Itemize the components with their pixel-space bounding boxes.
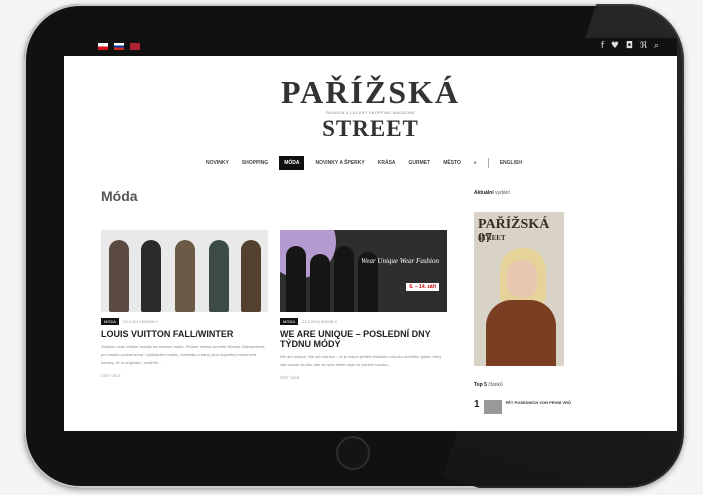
person-image bbox=[286, 246, 306, 312]
main-navigation: NOVINKY SHOPPING MÓDA NOVINKY A ŠPERKY K… bbox=[204, 156, 524, 170]
search-icon[interactable]: ⌕ bbox=[472, 157, 479, 169]
site-tagline: FASHION & LUXURY SHOPPING MAGAZINE bbox=[325, 111, 416, 115]
nav-item-english[interactable]: ENGLISH bbox=[498, 157, 524, 169]
nav-item-mesto[interactable]: MĚSTO bbox=[441, 157, 463, 169]
current-label-bold: Aktuální bbox=[474, 190, 494, 196]
article-card[interactable]: Wear Unique Wear Fashion 6. – 14. září M… bbox=[280, 230, 447, 380]
category-badge[interactable]: MÓDA bbox=[101, 318, 119, 325]
nav-item-novinky-sperky[interactable]: NOVINKY A ŠPERKY bbox=[313, 157, 366, 169]
runway-model-image bbox=[209, 240, 229, 312]
nav-item-shopping[interactable]: SHOPPING bbox=[240, 157, 270, 169]
top5-thumbnail bbox=[483, 400, 502, 414]
runway-model-image bbox=[141, 240, 161, 312]
article-title[interactable]: LOUIS VUITTON FALL/WINTER bbox=[101, 329, 268, 339]
nav-item-novinky[interactable]: NOVINKY bbox=[204, 157, 231, 169]
article-meta: MÓDA 23.3.2014 ADMIN 0 bbox=[101, 318, 268, 325]
magazine-cover-subtitle: STREET bbox=[478, 234, 506, 242]
article-excerpt: We are unique, We are fashion – to je hl… bbox=[280, 354, 442, 367]
flag-cz-icon[interactable] bbox=[98, 43, 108, 50]
top5-heading: Top 5 článků bbox=[474, 382, 503, 388]
article-image[interactable] bbox=[101, 230, 268, 312]
site-logo-title[interactable]: PAŘÍŽSKÁ bbox=[64, 76, 677, 108]
runway-model-image bbox=[241, 240, 261, 312]
read-more-link[interactable]: ČÍST VÍCE bbox=[280, 375, 447, 380]
magazine-cover[interactable]: PAŘÍŽSKÁ 07 STREET bbox=[474, 212, 564, 366]
language-flags bbox=[98, 43, 140, 50]
article-date-author: 23.3.2014 ADMIN 0 bbox=[302, 319, 337, 324]
cover-model-coat bbox=[486, 300, 556, 366]
top5-title[interactable]: PĚT POSEDNÍCH VOR PRVNÍ VRŮ bbox=[506, 400, 571, 414]
article-image[interactable]: Wear Unique Wear Fashion 6. – 14. září bbox=[280, 230, 447, 312]
article-meta: MÓDA 23.3.2014 ADMIN 0 bbox=[280, 318, 447, 325]
top5-list-item[interactable]: 1 PĚT POSEDNÍCH VOR PRVNÍ VRŮ bbox=[474, 400, 574, 414]
article-excerpt: Značka Louis Vuitton vsadila na sezónní … bbox=[101, 344, 265, 365]
page-title: Móda bbox=[101, 188, 138, 204]
person-image bbox=[334, 246, 354, 312]
runway-model-image bbox=[175, 240, 195, 312]
category-badge[interactable]: MÓDA bbox=[280, 318, 298, 325]
tablet-frame: f ♥ ◘ ℜ ⌕ PAŘÍŽSKÁ FASHION & LUXURY SHOP… bbox=[24, 4, 684, 488]
runway-model-image bbox=[109, 240, 129, 312]
read-more-link[interactable]: ČÍST VÍCE bbox=[101, 373, 268, 378]
social-icons[interactable]: f ♥ ◘ ℜ ⌕ bbox=[601, 41, 661, 51]
nav-item-krasa[interactable]: KRÁSA bbox=[376, 157, 398, 169]
nav-item-gurmet[interactable]: GURMET bbox=[407, 157, 433, 169]
article-card[interactable]: MÓDA 23.3.2014 ADMIN 0 LOUIS VUITTON FAL… bbox=[101, 230, 268, 378]
flag-ru-icon[interactable] bbox=[114, 43, 124, 50]
nav-divider bbox=[487, 158, 489, 168]
person-image bbox=[310, 254, 330, 312]
current-label-rest: vydání bbox=[493, 190, 510, 196]
top5-label-bold: Top 5 bbox=[474, 382, 487, 388]
home-button[interactable] bbox=[336, 436, 370, 470]
article-date-author: 23.3.2014 ADMIN 0 bbox=[123, 319, 158, 324]
top5-rank: 1 bbox=[474, 399, 480, 410]
sidebar-current-issue-heading: Aktuální vydání bbox=[474, 190, 510, 196]
nav-item-moda[interactable]: MÓDA bbox=[279, 156, 305, 170]
cover-model-face bbox=[507, 260, 537, 298]
promo-text: Wear Unique Wear Fashion bbox=[361, 257, 439, 265]
flag-uk-icon[interactable] bbox=[130, 43, 140, 50]
site-logo-subtitle[interactable]: STREET bbox=[64, 117, 677, 140]
browser-screen: f ♥ ◘ ℜ ⌕ PAŘÍŽSKÁ FASHION & LUXURY SHOP… bbox=[64, 38, 677, 431]
top-bar: f ♥ ◘ ℜ ⌕ bbox=[64, 38, 677, 56]
promo-dates: 6. – 14. září bbox=[406, 283, 439, 291]
article-title[interactable]: WE ARE UNIQUE – POSLEDNÍ DNY TÝDNU MÓDY bbox=[280, 329, 447, 349]
top5-label-rest: článků bbox=[486, 382, 503, 388]
